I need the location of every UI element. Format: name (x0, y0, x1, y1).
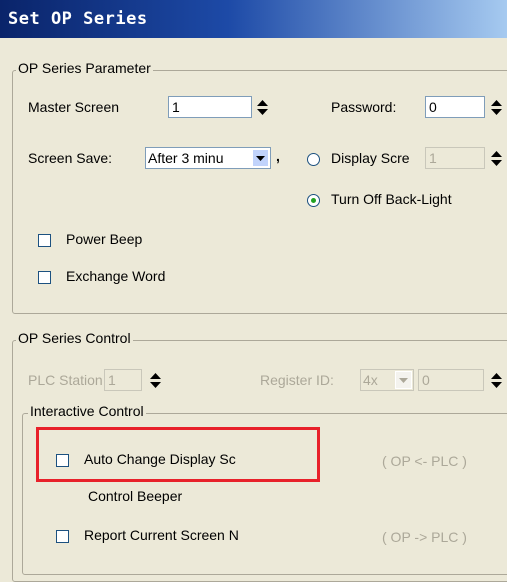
password-label: Password: (331, 99, 397, 115)
display-screen-radio[interactable] (307, 153, 320, 166)
master-screen-label: Master Screen (28, 99, 120, 115)
control-beeper-label: Control Beeper (88, 488, 183, 504)
comma-separator: , (276, 148, 280, 164)
power-beep-label: Power Beep (66, 231, 143, 247)
master-screen-spinner[interactable] (254, 96, 271, 118)
display-screen-spinner[interactable] (488, 147, 505, 169)
password-spinner[interactable] (488, 96, 505, 118)
report-direction-label: ( OP -> PLC ) (382, 529, 467, 545)
title-bar: Set OP Series (0, 0, 507, 38)
screen-save-label: Screen Save: (28, 150, 113, 166)
interactive-control-legend: Interactive Control (28, 403, 146, 419)
auto-change-direction-label: ( OP <- PLC ) (382, 453, 467, 469)
exchange-word-checkbox[interactable] (38, 271, 51, 284)
highlight-box (36, 427, 320, 482)
turn-off-backlight-label: Turn Off Back-Light (331, 191, 452, 207)
spinner-arrows-icon (257, 100, 268, 115)
password-input[interactable]: 0 (425, 96, 485, 118)
register-id-input[interactable]: 0 (418, 369, 484, 391)
dropdown-button[interactable] (395, 371, 412, 389)
report-current-screen-label: Report Current Screen N (84, 527, 239, 543)
spinner-arrows-icon (150, 373, 161, 388)
display-screen-input[interactable]: 1 (425, 147, 485, 169)
spinner-arrows-icon (491, 151, 502, 166)
screen-save-value: After 3 minu (148, 150, 224, 166)
dropdown-button[interactable] (252, 149, 269, 167)
screen-save-select[interactable]: After 3 minu (145, 147, 271, 169)
exchange-word-label: Exchange Word (66, 268, 166, 284)
turn-off-backlight-radio[interactable] (307, 194, 320, 207)
register-type-value: 4x (363, 372, 378, 388)
plc-station-input[interactable]: 1 (104, 369, 142, 391)
power-beep-checkbox[interactable] (38, 234, 51, 247)
display-screen-label: Display Scre (331, 150, 410, 166)
window-title: Set OP Series (8, 9, 148, 29)
register-id-spinner[interactable] (488, 369, 505, 391)
op-series-control-legend: OP Series Control (16, 330, 133, 346)
report-current-screen-checkbox[interactable] (56, 530, 69, 543)
chevron-down-icon (399, 378, 408, 383)
chevron-down-icon (256, 156, 265, 161)
plc-station-label: PLC Station (28, 372, 103, 388)
op-series-parameter-legend: OP Series Parameter (16, 60, 153, 76)
spinner-arrows-icon (491, 100, 502, 115)
register-id-label: Register ID: (260, 372, 334, 388)
spinner-arrows-icon (491, 373, 502, 388)
plc-station-spinner[interactable] (147, 369, 164, 391)
master-screen-input[interactable]: 1 (168, 96, 252, 118)
register-type-select[interactable]: 4x (360, 369, 414, 391)
